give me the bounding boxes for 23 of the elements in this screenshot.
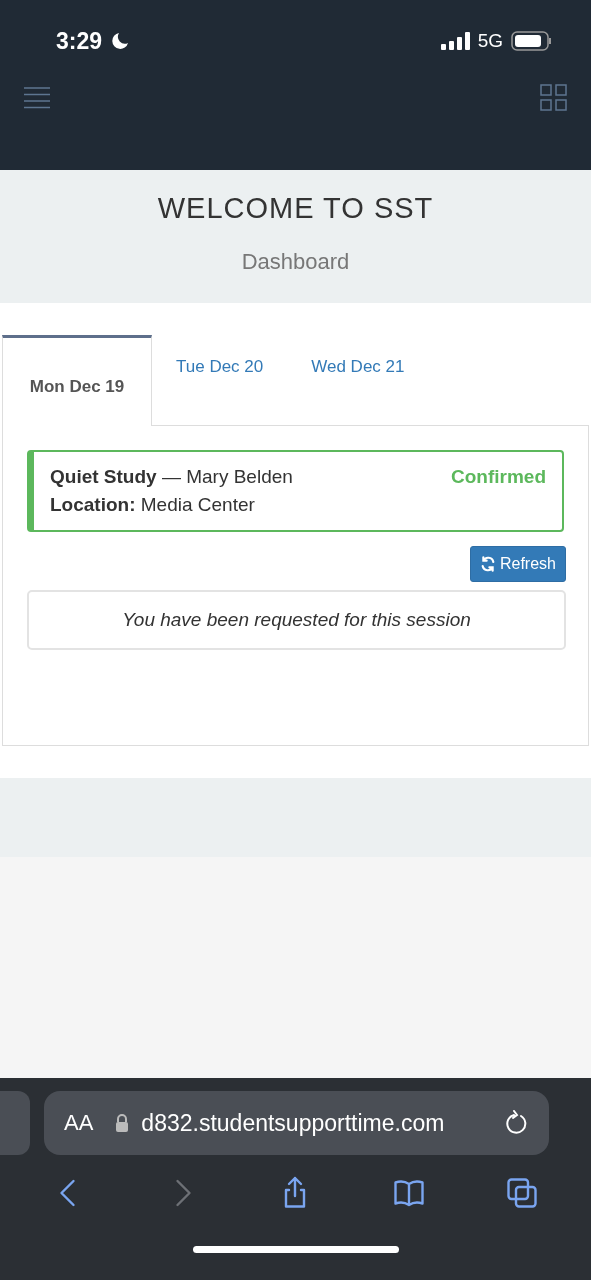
moon-icon <box>110 31 131 51</box>
battery-icon <box>511 31 553 51</box>
lock-icon <box>115 1114 130 1132</box>
url-text: d832.studentsupporttime.com <box>141 1109 446 1137</box>
signal-icon <box>439 31 470 51</box>
session-heading: Quiet Study — Mary Belden <box>50 466 293 488</box>
session-message: You have been requested for this session <box>27 590 566 650</box>
grid-icon[interactable] <box>540 84 567 111</box>
session-location: Location: Media Center <box>50 494 256 516</box>
network-label: 5G <box>477 30 503 52</box>
page-title: WELCOME TO SST <box>157 192 434 225</box>
clock-time: 3:29 <box>56 27 103 55</box>
text-size-button[interactable]: AA <box>64 1110 94 1136</box>
reload-icon[interactable] <box>505 1110 529 1136</box>
address-bar[interactable]: AA d832.studentsupporttime.com <box>44 1091 549 1155</box>
refresh-icon <box>479 556 496 572</box>
refresh-button[interactable]: Refresh <box>469 546 566 582</box>
day-tab[interactable]: Mon Dec 19 <box>2 335 152 426</box>
menu-icon[interactable] <box>24 86 50 109</box>
day-tab[interactable]: Wed Dec 21 <box>287 335 429 399</box>
page-subtitle: Dashboard <box>241 249 350 275</box>
session-status: Confirmed <box>451 466 546 489</box>
day-tab[interactable]: Tue Dec 20 <box>152 335 288 399</box>
